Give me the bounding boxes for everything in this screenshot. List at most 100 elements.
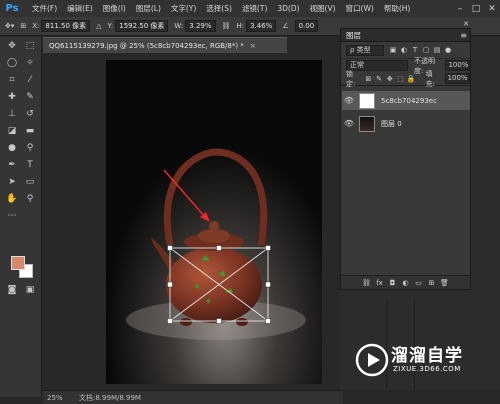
path-select-icon[interactable]: ➤ <box>4 175 20 189</box>
menu-bar: Ps 文件(F) 编辑(E) 图像(I) 图层(L) 文字(Y) 选择(S) 滤… <box>0 0 500 17</box>
teapot-body <box>166 247 262 323</box>
y-input[interactable]: 1592.50 像素 <box>115 20 169 32</box>
menu-filter[interactable]: 滤镜(T) <box>237 3 272 14</box>
menu-select[interactable]: 选择(S) <box>201 3 237 14</box>
minimize-button[interactable]: – <box>452 0 468 17</box>
adjustment-layer-icon[interactable]: ◐ <box>399 279 412 287</box>
angle-field: 0.00 <box>294 20 319 32</box>
brush-tool-icon[interactable]: ✎ <box>22 90 38 104</box>
w-label: W: <box>174 22 184 30</box>
layers-panel-header: 图层 ≡ <box>341 29 470 42</box>
visibility-eye-icon[interactable]: 👁 <box>342 96 356 105</box>
close-window-button[interactable]: ✕ <box>484 0 500 17</box>
history-brush-icon[interactable]: ↺ <box>22 107 38 121</box>
filter-shape-icon[interactable]: ▢ <box>421 46 431 54</box>
dodge-tool-icon[interactable]: ⚲ <box>22 141 38 155</box>
layer-row-smart-object[interactable]: 👁 5c8cb704293ec <box>342 91 470 110</box>
foreground-color-swatch[interactable] <box>11 256 25 270</box>
angle-input[interactable]: 0.00 <box>294 20 319 32</box>
panel-close-icon[interactable]: ✕ <box>462 20 470 28</box>
y-label: Y: <box>107 22 114 30</box>
x-field: X: 811.50 像素 <box>32 20 91 32</box>
edit-toolbar-icon[interactable]: ⋯ <box>4 209 20 223</box>
gradient-icon[interactable]: ▬ <box>22 124 38 138</box>
menu-view[interactable]: 视图(V) <box>305 3 341 14</box>
eyedropper-icon[interactable]: ⁄ <box>22 73 38 87</box>
filter-pixel-icon[interactable]: ▣ <box>388 46 398 54</box>
lock-pixels-icon[interactable]: ⊠ <box>364 75 373 83</box>
magic-wand-icon[interactable]: ✧ <box>22 56 38 70</box>
delete-layer-icon[interactable]: 🗑 <box>438 279 451 287</box>
menu-file[interactable]: 文件(F) <box>27 3 62 14</box>
menu-help[interactable]: 帮助(H) <box>379 3 416 14</box>
lock-artboard-icon[interactable]: ⬚ <box>396 75 405 83</box>
menu-layer[interactable]: 图层(L) <box>131 3 166 14</box>
layer-row-layer0[interactable]: 👁 图层 0 <box>342 114 470 133</box>
document-image[interactable] <box>106 60 322 384</box>
link-icon[interactable]: ⛓ <box>222 22 231 30</box>
crop-tool-icon[interactable]: ⌗ <box>4 73 20 87</box>
healing-brush-icon[interactable]: ✚ <box>4 90 20 104</box>
visibility-eye-icon[interactable]: 👁 <box>342 119 356 128</box>
filter-kind-select[interactable]: ρ 类型 <box>346 44 384 56</box>
watermark-logo <box>355 343 389 377</box>
quick-mask-icon[interactable]: ◙ <box>4 283 20 297</box>
layers-panel: 图层 ≡ ρ 类型 ▣ ◐ T ▢ ▤ ● 正常 不透明度: 100% 锁定: … <box>340 28 471 290</box>
layer-filter-row: ρ 类型 ▣ ◐ T ▢ ▤ ● <box>341 42 470 58</box>
window-controls: – □ ✕ <box>452 0 500 17</box>
maximize-button[interactable]: □ <box>468 0 484 17</box>
angle-icon: ∠ <box>282 22 289 30</box>
rectangle-tool-icon[interactable]: ▭ <box>22 175 38 189</box>
watermark: 溜溜自学 ZIXUE.3D66.COM <box>353 337 475 385</box>
link-layers-icon[interactable]: ⛓ <box>360 279 373 287</box>
eraser-icon[interactable]: ◪ <box>4 124 20 138</box>
x-input[interactable]: 811.50 像素 <box>41 20 91 32</box>
layers-panel-title[interactable]: 图层 <box>346 30 361 41</box>
marquee-tool-icon[interactable]: ⬚ <box>22 39 38 53</box>
document-title: QQ6115139279.jpg @ 25% (5c8cb704293ec, R… <box>49 41 244 50</box>
move-tool-preset-icon[interactable]: ✥▾ <box>5 22 14 30</box>
lock-label: 锁定: <box>346 69 356 88</box>
opacity-input[interactable]: 100% <box>445 60 471 71</box>
panel-menu-icon[interactable]: ≡ <box>460 31 467 40</box>
move-tool-icon[interactable]: ✥ <box>4 39 20 53</box>
lock-move-icon[interactable]: ✥ <box>385 75 394 83</box>
document-info[interactable]: 文档:8.99M/8.99M <box>79 393 141 403</box>
lock-all-icon[interactable]: 🔒 <box>407 75 416 83</box>
type-tool-icon[interactable]: T <box>22 158 38 172</box>
lock-row: 锁定: ⊠ ✎ ✥ ⬚ 🔒 填充: 100% <box>341 69 470 88</box>
menu-3d[interactable]: 3D(D) <box>272 4 304 13</box>
document-tab[interactable]: QQ6115139279.jpg @ 25% (5c8cb704293ec, R… <box>43 37 287 53</box>
h-input[interactable]: 3.46% <box>246 20 277 32</box>
fill-input[interactable]: 100% <box>444 73 470 84</box>
zoom-level[interactable]: 25% <box>43 394 69 402</box>
new-layer-icon[interactable]: ⊞ <box>425 279 438 287</box>
status-bar: 25% 文档:8.99M/8.99M <box>43 390 343 404</box>
filter-toggle-icon[interactable]: ● <box>443 46 453 54</box>
y-field: Y: 1592.50 像素 <box>108 20 169 32</box>
filter-smart-icon[interactable]: ▤ <box>432 46 442 54</box>
lock-paint-icon[interactable]: ✎ <box>375 75 384 83</box>
menu-image[interactable]: 图像(I) <box>98 3 131 14</box>
new-group-icon[interactable]: ▭ <box>412 279 425 287</box>
filter-type-icon[interactable]: T <box>410 46 420 54</box>
watermark-url: ZIXUE.3D66.COM <box>393 365 461 373</box>
clone-stamp-icon[interactable]: ⊥ <box>4 107 20 121</box>
delta-icon[interactable]: △ <box>96 22 101 30</box>
blur-tool-icon[interactable]: ● <box>4 141 20 155</box>
zoom-tool-icon[interactable]: ⚲ <box>22 192 38 206</box>
pen-tool-icon[interactable]: ✒ <box>4 158 20 172</box>
layer-style-icon[interactable]: fx <box>373 279 386 287</box>
reference-point-icon[interactable]: ⊞ <box>20 22 26 30</box>
add-mask-icon[interactable]: ◘ <box>386 279 399 287</box>
menu-edit[interactable]: 编辑(E) <box>62 3 98 14</box>
menu-type[interactable]: 文字(Y) <box>166 3 201 14</box>
w-input[interactable]: 3.29% <box>185 20 216 32</box>
close-tab-icon[interactable]: × <box>250 42 256 50</box>
watermark-title: 溜溜自学 <box>391 346 463 366</box>
screen-mode-icon[interactable]: ▣ <box>22 283 38 297</box>
menu-window[interactable]: 窗口(W) <box>341 3 379 14</box>
hand-tool-icon[interactable]: ✋ <box>4 192 20 206</box>
filter-adjustment-icon[interactable]: ◐ <box>399 46 409 54</box>
lasso-tool-icon[interactable]: ◯ <box>4 56 20 70</box>
